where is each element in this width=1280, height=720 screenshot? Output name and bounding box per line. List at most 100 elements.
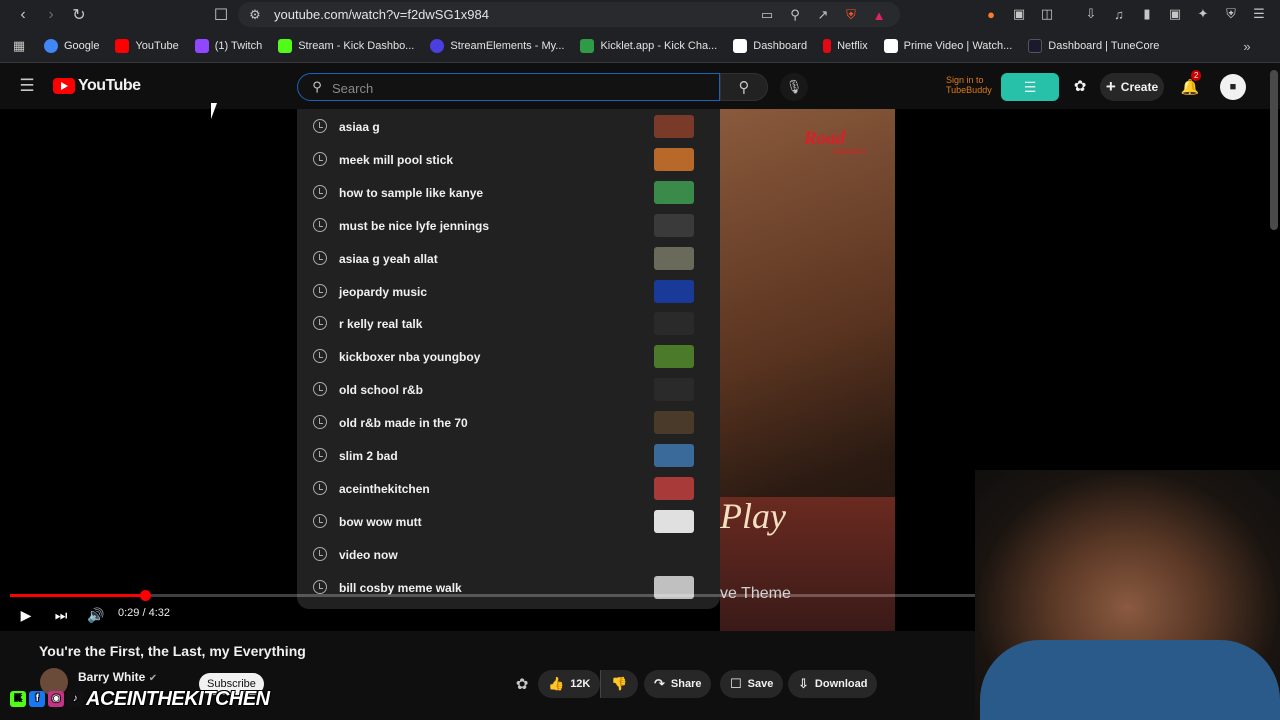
suggestion-thumbnail[interactable] [654, 279, 694, 303]
site-info-icon[interactable]: ⚙ [246, 6, 264, 24]
dislike-button[interactable]: 👎 [600, 670, 638, 698]
hamburger-menu-icon[interactable]: ☰ [18, 76, 36, 95]
apps-grid-icon[interactable]: ▦ [10, 37, 28, 55]
suggestion-thumbnail[interactable] [654, 476, 694, 500]
bookmark-item[interactable]: Prime Video | Watch... [883, 39, 1013, 53]
bookmark-item[interactable]: Dashboard [733, 39, 807, 53]
wallet-icon[interactable]: ▣ [1166, 5, 1184, 23]
suggestion-text: old r&b made in the 70 [339, 416, 468, 431]
channel-name[interactable]: Barry White ✔ [78, 670, 157, 684]
bookmark-item[interactable]: Kicklet.app - Kick Cha... [580, 39, 717, 53]
cast-icon[interactable]: ▭ [758, 6, 776, 24]
twitch-icon [194, 39, 209, 53]
bookmark-item[interactable]: YouTube [115, 39, 179, 53]
instagram-icon: ◉ [48, 691, 64, 707]
more-bookmarks-icon[interactable]: » [1238, 37, 1256, 55]
cover-title: Play [720, 496, 786, 536]
avatar[interactable]: ■ [1220, 74, 1246, 100]
download-button[interactable]: ⇩ Download [788, 670, 878, 698]
play-button[interactable]: ▶ [16, 606, 36, 624]
notifications-button[interactable]: 🔔 2 [1178, 70, 1202, 99]
volume-icon[interactable]: 🔊 [86, 606, 106, 624]
progress-knob[interactable] [139, 590, 151, 601]
media-icon[interactable]: ♫ [1110, 5, 1128, 23]
youtube-logo[interactable]: YouTube [53, 77, 141, 95]
suggestion-item[interactable]: r kelly real talk [297, 307, 720, 340]
save-button[interactable]: ☐ Save [720, 670, 784, 698]
bookmark-item[interactable]: (1) Twitch [194, 39, 262, 53]
page-scrollbar[interactable] [1270, 70, 1278, 230]
suggestion-thumbnail[interactable] [654, 509, 694, 533]
create-button[interactable]: + Create [1100, 73, 1164, 101]
voice-search-button[interactable]: 🎙 [780, 73, 808, 101]
search-button[interactable]: ⚲ [720, 73, 768, 101]
suggestion-thumbnail[interactable] [654, 115, 694, 138]
suggestion-item[interactable]: old school r&b [297, 373, 720, 406]
suggestion-item[interactable]: must be nice lyfe jennings [297, 209, 720, 242]
suggestion-thumbnail[interactable] [654, 312, 694, 336]
forward-icon[interactable]: › [40, 4, 62, 26]
bookmark-item[interactable]: StreamElements - My... [430, 39, 564, 53]
suggestion-item[interactable]: kickboxer nba youngboy [297, 340, 720, 373]
suggestion-item[interactable]: asiaa g [297, 110, 720, 143]
bookmark-icon[interactable]: ☐ [210, 4, 232, 26]
like-button[interactable]: 👍 12K [538, 670, 600, 698]
search-box[interactable]: ⚲ [297, 73, 720, 101]
suggestion-thumbnail[interactable] [654, 246, 694, 270]
suggestion-thumbnail[interactable] [654, 444, 694, 467]
bookmark-label: Prime Video | Watch... [903, 40, 1013, 52]
studio-icon[interactable]: ✿ [1070, 75, 1090, 97]
sidebar-icon[interactable]: ▮ [1138, 5, 1156, 23]
bookmark-item[interactable]: Stream - Kick Dashbo... [278, 39, 414, 53]
tubebuddy-button[interactable]: ☰ [1001, 73, 1059, 101]
bookmark-item[interactable]: Google [44, 39, 99, 53]
thumbs-down-icon: 👎 [611, 676, 628, 691]
extension-orange-icon[interactable]: ● [982, 5, 1000, 23]
suggestion-thumbnail[interactable] [654, 147, 694, 171]
suggestion-item[interactable]: old r&b made in the 70 [297, 406, 720, 439]
streamelements-icon [430, 39, 445, 53]
share-label: Share [670, 678, 702, 690]
address-bar[interactable]: ⚙ youtube.com/watch?v=f2dwSG1x984 ▭ ⚲ ↗ … [238, 2, 900, 27]
search-input[interactable] [332, 78, 702, 98]
suggestion-thumbnail[interactable] [654, 180, 694, 204]
suggestion-item[interactable]: video now [297, 538, 720, 571]
suggestion-thumbnail[interactable] [654, 411, 694, 435]
suggestion-item[interactable]: bill cosby meme walk [297, 571, 720, 604]
history-icon [313, 579, 327, 594]
suggestion-item[interactable]: aceinthekitchen [297, 472, 720, 505]
suggestion-item[interactable]: asiaa g yeah allat [297, 242, 720, 275]
back-icon[interactable]: ‹ [12, 4, 34, 26]
kicklet-icon [580, 39, 595, 53]
extensions-puzzle-icon[interactable]: ▣ [1010, 5, 1028, 23]
next-button[interactable]: ⏭ [51, 606, 71, 624]
suggestion-item[interactable]: bow wow mutt [297, 505, 720, 538]
download-icon[interactable]: ⇩ [1082, 5, 1100, 23]
suggestion-item[interactable]: jeopardy music [297, 275, 720, 308]
reload-icon[interactable]: ↻ [68, 4, 90, 26]
suggestion-item[interactable]: meek mill pool stick [297, 143, 720, 176]
share-button[interactable]: ↷ Share [644, 670, 712, 698]
progress-fill [10, 594, 145, 597]
bookmark-item[interactable]: Netflix [823, 39, 868, 53]
brave-shield-icon[interactable]: ⛨ [842, 6, 860, 24]
verified-icon: ✔ [148, 673, 158, 684]
suggestion-item[interactable]: how to sample like kanye [297, 176, 720, 209]
menu-icon[interactable]: ☰ [1250, 5, 1268, 23]
screenshot-icon[interactable]: ◫ [1038, 5, 1056, 23]
bookmark-item[interactable]: Dashboard | TuneCore [1028, 39, 1159, 53]
share-page-icon[interactable]: ↗ [814, 6, 832, 24]
leo-ai-icon[interactable]: ✦ [1194, 5, 1212, 23]
suggestion-thumbnail[interactable] [654, 345, 694, 369]
webcam-shirt [980, 640, 1280, 720]
suggestion-thumbnail[interactable] [654, 378, 694, 402]
bookmark-label: Netflix [837, 40, 868, 52]
suggestion-item[interactable]: slim 2 bad [297, 439, 720, 472]
zoom-icon[interactable]: ⚲ [786, 6, 804, 24]
vpn-icon[interactable]: ⛨ [1222, 5, 1240, 23]
suggestion-thumbnail[interactable] [654, 213, 694, 237]
brave-rewards-icon[interactable]: ▲ [870, 6, 888, 24]
tubebuddy-signin[interactable]: Sign in to TubeBuddy [934, 75, 996, 95]
bookmarks-bar: ▦ Google YouTube (1) Twitch Stream - Kic… [0, 30, 1280, 63]
overlay-brand-text: ACEINTHEKITCHEN [86, 687, 270, 710]
